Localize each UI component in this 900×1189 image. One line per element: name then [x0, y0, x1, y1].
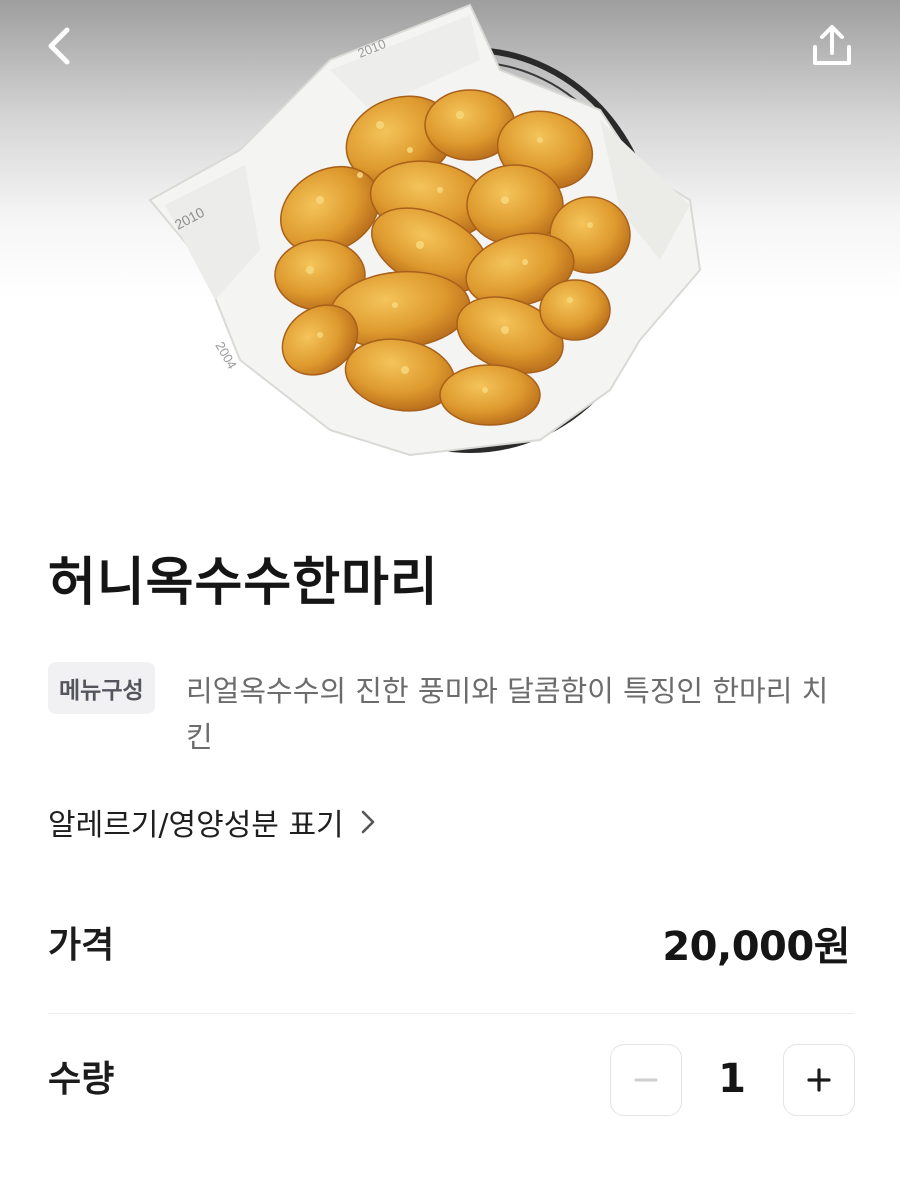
chevron-right-icon [360, 809, 376, 835]
allergy-link-label: 알레르기/영양성분 표기 [48, 808, 344, 843]
product-detail-sheet: 허니옥수수한마리 메뉴구성 리얼옥수수의 진한 풍미와 달콤함이 특징인 한마리… [0, 456, 900, 1189]
menu-badge: 메뉴구성 [48, 662, 155, 714]
decrease-quantity-button[interactable] [610, 1044, 682, 1116]
divider [48, 1013, 854, 1014]
allergy-nutrition-link[interactable]: 알레르기/영양성분 표기 [48, 800, 376, 844]
chevron-left-icon [48, 27, 70, 65]
menu-description: 리얼옥수수의 진한 풍미와 달콤함이 특징인 한마리 치킨 [186, 674, 829, 754]
share-icon [813, 25, 851, 65]
minus-icon [634, 1078, 658, 1082]
price-label: 가격 [48, 925, 115, 966]
chicken-photo: 2010 2004 2010 [148, 3, 702, 457]
share-button[interactable] [804, 18, 860, 74]
plus-icon [807, 1068, 831, 1092]
back-button[interactable] [30, 18, 86, 74]
price-value: 20,000원 [662, 924, 850, 970]
quantity-label: 수량 [48, 1059, 115, 1100]
increase-quantity-button[interactable] [783, 1044, 855, 1116]
product-name: 허니옥수수한마리 [48, 553, 439, 613]
product-hero: 2010 2004 2010 [0, 0, 900, 520]
quantity-value: 1 [718, 1056, 746, 1102]
